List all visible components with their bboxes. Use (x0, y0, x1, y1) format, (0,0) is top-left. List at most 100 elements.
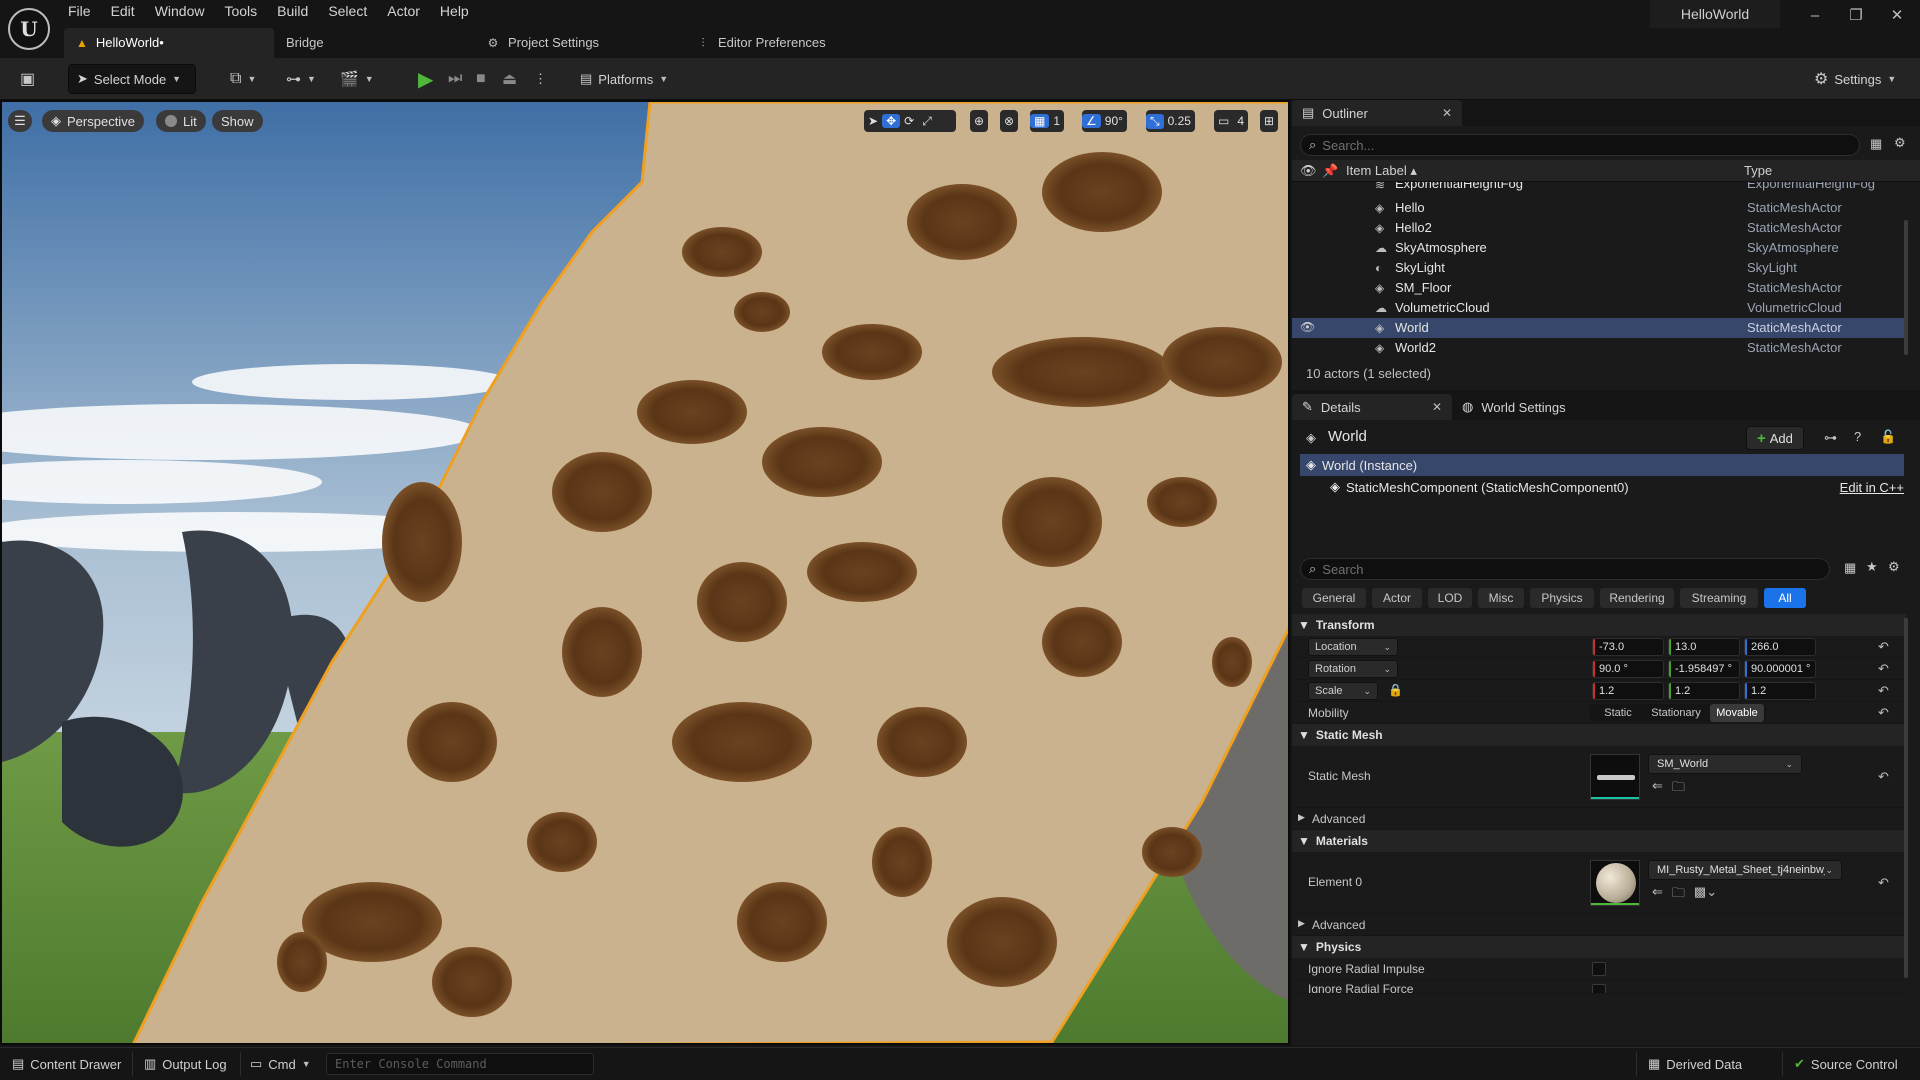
filter-physics[interactable]: Physics (1530, 588, 1594, 608)
ignore-force-checkbox[interactable] (1592, 984, 1606, 993)
reset-arrow-icon[interactable]: ↶ (1878, 705, 1889, 721)
outliner-row[interactable]: ◈ Hello StaticMeshActor (1292, 198, 1906, 218)
restore-button[interactable]: ❐ (1836, 4, 1876, 28)
reset-arrow-icon[interactable]: ↶ (1878, 639, 1889, 655)
star-icon[interactable]: ★ (1866, 559, 1878, 575)
viewport-layout-button[interactable]: ⊞ (1260, 110, 1279, 132)
angle-snap[interactable]: ∠ 90° (1082, 110, 1127, 132)
rotation-dropdown[interactable]: Rotation ⌄ (1308, 660, 1398, 678)
menu-tools[interactable]: Tools (214, 0, 267, 24)
perspective-button[interactable]: ◈ Perspective (42, 110, 144, 132)
rotation-x-field[interactable]: 90.0 ° (1592, 660, 1664, 678)
scale-y-field[interactable]: 1.2 (1668, 682, 1740, 700)
eye-icon[interactable]: 👁 (1300, 163, 1317, 179)
minimize-button[interactable]: – (1795, 4, 1835, 28)
gear-icon[interactable]: ⚙ (1894, 135, 1906, 151)
output-log-button[interactable]: ▥ Output Log (144, 1056, 227, 1072)
derived-data-button[interactable]: ▦ Derived Data (1648, 1056, 1742, 1072)
reset-arrow-icon[interactable]: ↶ (1878, 683, 1889, 699)
select-tool-icon[interactable]: ➤ (864, 114, 882, 128)
play-button[interactable]: ▶ (410, 64, 441, 94)
level-viewport[interactable]: ☰ ◈ Perspective Lit Show ➤ ✥ ⟳ ⤢ ⊕ ⊗ ▦ 1… (0, 100, 1290, 1045)
static-mesh-asset-dropdown[interactable]: SM_World ⌄ (1648, 754, 1802, 774)
cinematics-button[interactable]: 🎬 ▼ (332, 64, 382, 94)
tab-bridge[interactable]: Bridge (274, 28, 474, 58)
scale-dropdown[interactable]: Scale ⌄ (1308, 682, 1378, 700)
lock-icon[interactable]: 🔓 (1880, 429, 1896, 445)
location-x-field[interactable]: -73.0 (1592, 638, 1664, 656)
static-mesh-thumbnail[interactable] (1590, 754, 1640, 800)
blueprint-icon[interactable]: ⊶ (1824, 430, 1837, 446)
transform-section-header[interactable]: ▼ Transform (1292, 614, 1906, 636)
viewport-scene[interactable] (2, 102, 1290, 1045)
close-icon[interactable]: ✕ (1432, 400, 1442, 414)
viewport-menu-button[interactable]: ☰ (8, 110, 32, 132)
outliner-scrollbar[interactable] (1904, 220, 1908, 355)
stop-button[interactable]: ■ (468, 64, 494, 94)
save-button[interactable]: ▣ (12, 64, 43, 94)
outliner-row[interactable]: ◈ World2 StaticMeshActor (1292, 338, 1906, 358)
lock-icon[interactable]: 🔒 (1388, 683, 1403, 697)
filter-actor[interactable]: Actor (1372, 588, 1422, 608)
filter-streaming[interactable]: Streaming (1680, 588, 1758, 608)
physics-section-header[interactable]: ▼ Physics (1292, 936, 1906, 958)
filter-all[interactable]: All (1764, 588, 1806, 608)
settings-dropdown[interactable]: ⚙ Settings ▼ (1806, 64, 1904, 94)
material-thumbnail[interactable] (1590, 860, 1640, 906)
close-window-button[interactable]: ✕ (1877, 4, 1917, 28)
details-search-input[interactable]: ⌕ Search (1300, 558, 1830, 580)
eye-icon[interactable]: 👁 (1300, 320, 1315, 334)
translate-tool-icon[interactable]: ✥ (882, 114, 901, 128)
surface-snap-toggle[interactable]: ⊗ (1000, 110, 1019, 132)
outliner-row[interactable]: ☁ SkyAtmosphere SkyAtmosphere (1292, 238, 1906, 258)
tab-details[interactable]: ✎ Details ✕ (1292, 394, 1452, 420)
filter-lod[interactable]: LOD (1428, 588, 1472, 608)
mobility-stationary[interactable]: Stationary (1646, 704, 1706, 722)
outliner-row-selected[interactable]: 👁 ◈ World StaticMeshActor (1292, 318, 1906, 338)
menu-select[interactable]: Select (318, 0, 377, 24)
type-header[interactable]: Type (1744, 163, 1772, 178)
menu-build[interactable]: Build (267, 0, 318, 24)
location-y-field[interactable]: 13.0 (1668, 638, 1740, 656)
outliner-search-input[interactable]: ⌕ Search... (1300, 134, 1860, 156)
filter-general[interactable]: General (1302, 588, 1366, 608)
ignore-impulse-checkbox[interactable] (1592, 962, 1606, 976)
location-dropdown[interactable]: Location ⌄ (1308, 638, 1398, 656)
play-options-button[interactable]: ⋮ (526, 64, 555, 94)
rotation-z-field[interactable]: 90.000001 ° (1744, 660, 1816, 678)
edit-in-cpp-link[interactable]: Edit in C++ (1840, 480, 1904, 495)
show-button[interactable]: Show (212, 110, 263, 132)
outliner-row[interactable]: ☁ VolumetricCloud VolumetricCloud (1292, 298, 1906, 318)
add-actor-button[interactable]: ⧉ ▼ (222, 64, 264, 94)
outliner-row[interactable]: ◈ SM_Floor StaticMeshActor (1292, 278, 1906, 298)
outliner-row[interactable]: ≋ ExponentialHeightFog ExponentialHeight… (1292, 182, 1906, 196)
tab-project-settings[interactable]: ⚙ Project Settings (474, 28, 684, 58)
reset-arrow-icon[interactable]: ↶ (1878, 661, 1889, 677)
select-mode-dropdown[interactable]: ➤ Select Mode ▼ (68, 64, 196, 94)
content-drawer-button[interactable]: ▤ Content Drawer (12, 1056, 121, 1072)
menu-file[interactable]: File (58, 0, 101, 24)
advance-frame-button[interactable]: ⏭ (440, 64, 470, 94)
rotate-tool-icon[interactable]: ⟳ (900, 114, 918, 128)
table-view-icon[interactable]: ▦ (1844, 560, 1856, 576)
menu-window[interactable]: Window (145, 0, 215, 24)
scale-x-field[interactable]: 1.2 (1592, 682, 1664, 700)
menu-edit[interactable]: Edit (101, 0, 145, 24)
outliner-row[interactable]: ◐ SkyLight SkyLight (1292, 258, 1906, 278)
camera-speed[interactable]: ▭ 4 (1214, 110, 1249, 132)
browse-folder-icon[interactable]: 🗀 (1672, 778, 1685, 800)
add-component-button[interactable]: + Add (1746, 426, 1804, 450)
tab-world-settings[interactable]: ◍ World Settings (1452, 394, 1576, 420)
item-label-header[interactable]: Item Label ▴ (1346, 163, 1417, 179)
tab-helloworld[interactable]: ▲ HelloWorld• (64, 28, 274, 58)
details-scrollbar[interactable] (1904, 618, 1908, 978)
help-icon[interactable]: ? (1854, 429, 1861, 444)
reset-arrow-icon[interactable]: ↶ (1878, 875, 1889, 891)
folder-add-icon[interactable]: ▦ (1870, 136, 1882, 152)
world-local-toggle[interactable]: ⊕ (970, 110, 989, 132)
component-row-world-instance[interactable]: ◈ World (Instance) (1300, 454, 1904, 476)
static-mesh-advanced-row[interactable]: ▶ Advanced (1292, 808, 1906, 830)
component-row-static-mesh[interactable]: ◈ StaticMeshComponent (StaticMeshCompone… (1300, 476, 1904, 498)
platforms-dropdown[interactable]: ▤ Platforms ▼ (572, 64, 676, 94)
grid-snap[interactable]: ▦ 1 (1030, 110, 1065, 132)
